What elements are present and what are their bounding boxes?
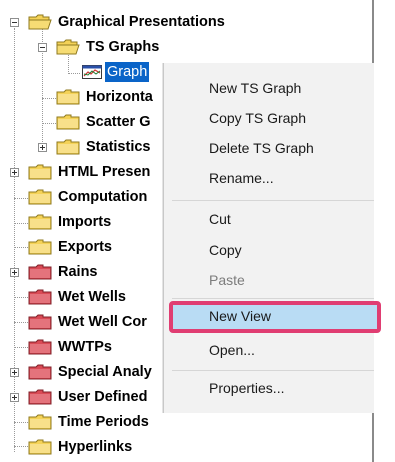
tree-node-scatter[interactable]: Scatter G xyxy=(56,111,152,133)
menu-item-copy[interactable]: Copy xyxy=(209,242,242,258)
red-folder-icon xyxy=(28,339,52,355)
tree-connector xyxy=(14,297,28,298)
graph-icon xyxy=(82,65,102,79)
expand-icon[interactable] xyxy=(10,393,19,402)
tree-connector xyxy=(14,446,28,447)
tree-node-label: HTML Presen xyxy=(58,164,151,180)
tree-connector xyxy=(14,28,15,452)
tree-node-graph[interactable]: Graph xyxy=(82,61,150,83)
tree-node-label: Hyperlinks xyxy=(58,439,133,455)
tree-node-wet-well-cor[interactable]: Wet Well Cor xyxy=(28,311,149,333)
tree-node-special-analysis[interactable]: Special Analy xyxy=(28,361,154,383)
tree-node-label: Horizonta xyxy=(86,89,153,105)
tree-node-imports[interactable]: Imports xyxy=(28,211,113,233)
folder-icon xyxy=(56,114,80,130)
tree-node-label: Exports xyxy=(58,239,112,255)
tree-connector xyxy=(14,322,28,323)
tree-node-html-presentations[interactable]: HTML Presen xyxy=(28,161,152,183)
red-folder-icon xyxy=(28,264,52,280)
red-folder-icon xyxy=(28,364,52,380)
tree-node-wet-wells[interactable]: Wet Wells xyxy=(28,286,128,308)
menu-item-rename[interactable]: Rename... xyxy=(209,170,274,186)
tree-node-horizontal[interactable]: Horizonta xyxy=(56,86,155,108)
tree-node-label: Imports xyxy=(58,214,112,230)
tree-node-label: Time Periods xyxy=(58,414,149,430)
menu-separator xyxy=(172,200,374,201)
tree-connector xyxy=(14,198,28,199)
tree-node-exports[interactable]: Exports xyxy=(28,236,114,258)
tree-node-label: TS Graphs xyxy=(86,39,160,55)
tree-node-label: Scatter G xyxy=(86,114,151,130)
folder-icon xyxy=(28,214,52,230)
tree-node-ts-graphs[interactable]: TS Graphs xyxy=(56,36,161,58)
menu-item-delete-ts-graph[interactable]: Delete TS Graph xyxy=(209,140,314,156)
menu-item-new-view[interactable]: New View xyxy=(209,308,271,324)
tree-node-label: Special Analy xyxy=(58,364,152,380)
menu-item-new-ts-graph[interactable]: New TS Graph xyxy=(209,80,301,96)
tree-node-label: Statistics xyxy=(86,139,151,155)
collapse-icon[interactable] xyxy=(10,18,19,27)
tree-node-label: Computation xyxy=(58,189,148,205)
tree-node-computations[interactable]: Computation xyxy=(28,186,149,208)
tree-node-statistics[interactable]: Statistics xyxy=(56,136,152,158)
collapse-icon[interactable] xyxy=(38,43,47,52)
tree-node-label: Wet Well Cor xyxy=(58,314,147,330)
context-menu: New TS Graph Copy TS Graph Delete TS Gra… xyxy=(163,63,381,413)
red-folder-icon xyxy=(28,289,52,305)
tree-node-label-selected: Graph xyxy=(105,62,150,82)
menu-item-cut[interactable]: Cut xyxy=(209,211,231,227)
expand-icon[interactable] xyxy=(38,143,47,152)
tree-node-graphical-presentations[interactable]: Graphical Presentations xyxy=(28,11,227,33)
tree-node-hyperlinks[interactable]: Hyperlinks xyxy=(28,436,134,458)
tree-connector xyxy=(14,247,28,248)
menu-item-paste: Paste xyxy=(209,272,245,288)
tree-node-label: Rains xyxy=(58,264,98,280)
tree-node-rains[interactable]: Rains xyxy=(28,261,100,283)
tree-connector xyxy=(42,123,56,124)
tree-connector xyxy=(42,98,56,99)
menu-item-copy-ts-graph[interactable]: Copy TS Graph xyxy=(209,110,306,126)
folder-icon xyxy=(56,139,80,155)
menu-separator xyxy=(172,298,374,299)
tree-connector xyxy=(14,422,28,423)
tree-connector xyxy=(14,223,28,224)
menu-separator xyxy=(172,370,374,371)
folder-icon xyxy=(28,164,52,180)
folder-open-icon xyxy=(28,14,52,30)
folder-icon xyxy=(28,414,52,430)
folder-open-icon xyxy=(56,39,80,55)
menu-item-open[interactable]: Open... xyxy=(209,342,255,358)
tree-node-user-defined[interactable]: User Defined xyxy=(28,386,149,408)
tree-node-label: Wet Wells xyxy=(58,289,126,305)
tree-connector xyxy=(68,73,80,74)
tree-node-wwtps[interactable]: WWTPs xyxy=(28,336,114,358)
folder-icon xyxy=(28,439,52,455)
expand-icon[interactable] xyxy=(10,368,19,377)
tree-node-time-periods[interactable]: Time Periods xyxy=(28,411,151,433)
menu-item-properties[interactable]: Properties... xyxy=(209,380,284,396)
tree-node-label: WWTPs xyxy=(58,339,112,355)
tree-node-label: Graphical Presentations xyxy=(58,14,225,30)
folder-icon xyxy=(28,189,52,205)
expand-icon[interactable] xyxy=(10,268,19,277)
red-folder-icon xyxy=(28,314,52,330)
folder-icon xyxy=(28,239,52,255)
folder-icon xyxy=(56,89,80,105)
menu-item-highlight xyxy=(169,301,381,333)
tree-connector xyxy=(14,347,28,348)
tree-node-label: User Defined xyxy=(58,389,148,405)
expand-icon[interactable] xyxy=(10,168,19,177)
red-folder-icon xyxy=(28,389,52,405)
